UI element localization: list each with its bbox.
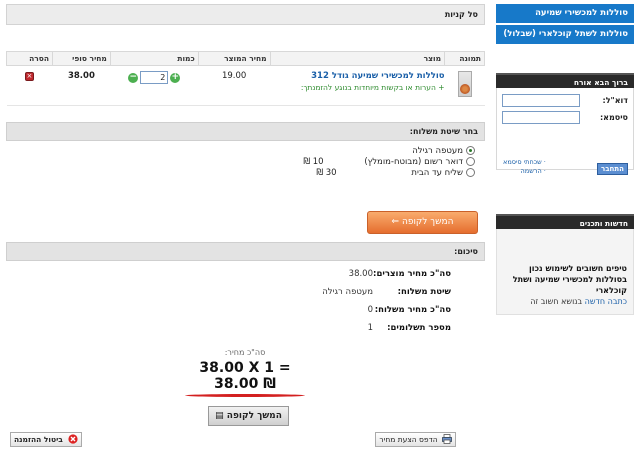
order-summary: סה"כ מחיר מוצרים: 38.00 שיטת משלוח: מעטפ…: [322, 269, 451, 341]
password-label: סיסמא:: [599, 113, 628, 122]
checkout-button[interactable]: המשך לקופה ▤: [208, 406, 289, 426]
cart-icon: ⇐: [391, 217, 400, 227]
total-price: סה"כ מחיר: 38.00 X 1 = 38.00 ₪: [176, 348, 314, 397]
product-price: 19.00: [198, 65, 271, 106]
login-title: ברוך הבא אורח: [496, 73, 634, 88]
increment-icon[interactable]: +: [170, 72, 181, 83]
summary-row: מספר תשלומים: 1: [367, 323, 451, 333]
col-remove: הסרה: [6, 51, 53, 66]
nav-hearing-aid-batteries[interactable]: סוללות למכשירי שמיעה: [496, 4, 634, 23]
news-box: טיפים חשובים לשימוש נכון בסוללות למכשירי…: [496, 229, 634, 315]
cart-icon: ▤: [215, 411, 224, 421]
shipping-option-regular[interactable]: מעטפה רגילה: [303, 145, 475, 156]
news-link[interactable]: כתבה חדשה בנושא חשוב זה: [501, 296, 627, 307]
cart-table: תמונה מוצר מחיר המוצר כמות מחיר סופי הסר…: [6, 51, 485, 106]
register-link[interactable]: · הרשמה: [503, 167, 546, 176]
total-expression: 38.00 X 1 = 38.00 ₪: [199, 360, 291, 392]
print-quote-button[interactable]: הדפס הצעת מחיר: [375, 432, 456, 447]
email-label: דוא"ל:: [602, 96, 628, 105]
col-image: תמונה: [444, 51, 485, 66]
checkout-button-top[interactable]: ⇐ המשך לקופה: [367, 211, 478, 234]
shipping-option-registered[interactable]: דואר רשום (מבוטח-מומלץ) 10 ₪: [303, 156, 475, 167]
sidebar: סוללות למכשירי שמיעה סוללות לשתל קוכלארי…: [496, 4, 634, 315]
login-links: · שכחתי סיסמא · הרשמה: [503, 158, 546, 176]
col-product: מוצר: [269, 51, 446, 66]
product-name[interactable]: סוללות למכשירי שמיעה גודל 312: [270, 71, 444, 81]
login-form: דוא"ל: סיסמא: · שכחתי סיסמא · הרשמה התחב…: [496, 88, 634, 175]
shipping-title: בחר שיטת משלוח:: [6, 122, 485, 141]
col-final-price: מחיר סופי: [51, 51, 111, 66]
cancel-order-button[interactable]: ביטול ההזמנה: [10, 432, 82, 447]
login-button[interactable]: התחבר: [597, 163, 628, 175]
news-title: חדשות ותכנים: [496, 214, 634, 229]
radio-icon[interactable]: [466, 157, 475, 166]
table-row: סוללות למכשירי שמיעה גודל 312 + הערות או…: [6, 65, 485, 106]
remove-item-icon[interactable]: ×: [24, 72, 34, 81]
cancel-icon: [67, 434, 78, 444]
nav-cochlear-batteries[interactable]: סוללות לשתל קוכלארי (שבלול): [496, 25, 634, 44]
radio-selected-icon[interactable]: [466, 146, 475, 155]
printer-icon: [442, 434, 452, 444]
email-field[interactable]: [502, 94, 580, 107]
final-price: 38.00: [52, 65, 111, 106]
total-label: סה"כ מחיר:: [224, 348, 266, 357]
product-thumbnail[interactable]: [457, 71, 472, 97]
shipping-option-courier[interactable]: שליח עד הבית 30 ₪: [303, 167, 475, 178]
red-underline: [185, 394, 305, 397]
col-quantity: כמות: [109, 51, 199, 66]
summary-row: שיטת משלוח: מעטפה רגילה: [322, 287, 451, 297]
summary-row: סה"כ מחיר מוצרים: 38.00: [348, 269, 451, 279]
main-content: סל קניות תמונה מוצר מחיר המוצר כמות מחיר…: [6, 4, 485, 447]
cart-title: סל קניות: [6, 4, 485, 25]
decrement-icon[interactable]: −: [128, 72, 139, 83]
radio-icon[interactable]: [466, 168, 475, 177]
col-price: מחיר המוצר: [197, 51, 271, 66]
special-request-link[interactable]: + הערות או בקשות מיוחדות בנוגע להזמנתך:: [270, 83, 445, 92]
quantity-stepper: − 2 +: [128, 71, 181, 84]
forgot-password-link[interactable]: · שכחתי סיסמא: [503, 158, 546, 167]
news-headline[interactable]: טיפים חשובים לשימוש נכון בסוללות למכשירי…: [501, 263, 627, 296]
summary-row: סה"כ מחיר משלוח: 0: [367, 305, 451, 315]
quantity-input[interactable]: 2: [140, 71, 169, 84]
password-field[interactable]: [502, 111, 580, 124]
summary-title: סיכום:: [6, 242, 485, 261]
shipping-options: מעטפה רגילה דואר רשום (מבוטח-מומלץ) 10 ₪…: [303, 145, 475, 178]
